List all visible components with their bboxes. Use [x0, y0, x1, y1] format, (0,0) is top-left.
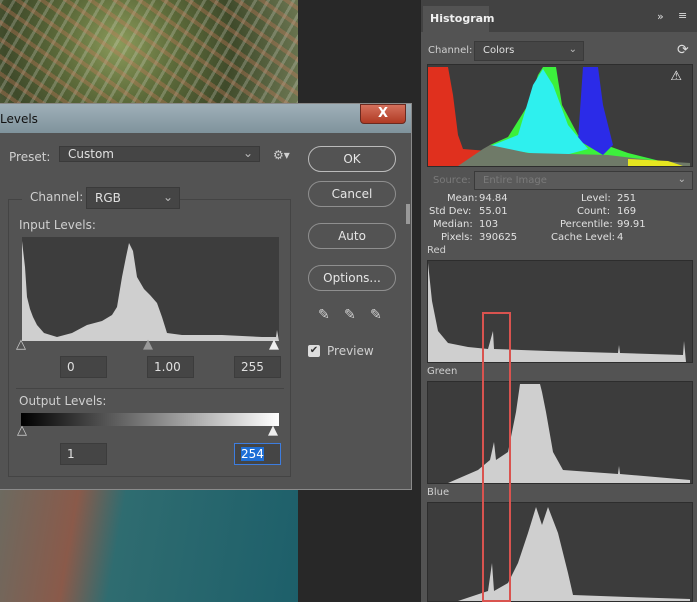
chevron-down-icon: ⌄ [568, 44, 577, 55]
preset-label: Preset: [9, 150, 51, 164]
chevron-down-icon: ⌄ [162, 190, 173, 204]
input-histogram [22, 237, 279, 341]
blue-histogram [427, 502, 693, 602]
input-gamma-slider[interactable]: ▲ [143, 337, 153, 352]
source-select: Entire Image ⌄ [474, 171, 693, 190]
red-channel-label: Red [427, 245, 446, 256]
median-label: Median: [433, 219, 473, 230]
levels-dialog: Levels X Preset: Custom ⌄ ⚙▾ Channel: RGB… [0, 103, 412, 490]
panel-tabbar: Histogram » ≡ [421, 0, 697, 32]
chevron-down-icon: ⌄ [677, 174, 686, 185]
cache-label: Cache Level: [551, 232, 616, 243]
preview-checkbox[interactable]: ✔ [308, 345, 320, 357]
median-value: 103 [479, 219, 499, 230]
mean-value: 94.84 [479, 193, 508, 204]
output-white-value: 254 [241, 447, 264, 461]
input-black-field[interactable]: 0 [60, 356, 107, 378]
dialog-title: Levels [0, 112, 38, 126]
options-button[interactable]: Options... [308, 265, 396, 291]
dialog-titlebar: Levels X [0, 104, 411, 133]
green-channel-label: Green [427, 366, 458, 377]
percentile-label: Percentile: [560, 219, 613, 230]
red-histogram [427, 260, 693, 363]
divider [16, 388, 284, 389]
output-white-field[interactable]: 254 [234, 443, 281, 465]
std-label: Std Dev: [429, 206, 472, 217]
input-white-slider[interactable]: ▲ [269, 337, 279, 352]
ok-button[interactable]: OK [308, 146, 396, 172]
histogram-panel: Histogram » ≡ Channel: Colors ⌄ ⟳ ⚠ Sourc… [420, 0, 697, 602]
count-value: 169 [617, 206, 637, 217]
output-white-slider[interactable]: ▲ [268, 423, 278, 438]
white-eyedropper-icon[interactable]: ✎ [370, 307, 382, 323]
panel-channel-select[interactable]: Colors ⌄ [474, 41, 584, 61]
highlight-box [482, 312, 511, 602]
refresh-icon[interactable]: ⟳ [677, 42, 689, 58]
dialog-scrollbar[interactable] [406, 204, 410, 224]
output-gradient [21, 413, 279, 426]
preset-value: Custom [68, 147, 114, 161]
blue-channel-label: Blue [427, 487, 450, 498]
output-black-field[interactable]: 1 [60, 443, 107, 465]
auto-button[interactable]: Auto [308, 223, 396, 249]
count-label: Count: [577, 206, 611, 217]
channel-value: RGB [95, 191, 121, 205]
pixels-label: Pixels: [441, 232, 473, 243]
level-label: Level: [581, 193, 611, 204]
expand-icon[interactable]: » [657, 10, 664, 23]
output-black-slider[interactable]: △ [17, 423, 27, 438]
menu-icon[interactable]: ≡ [678, 9, 687, 22]
channel-select[interactable]: RGB ⌄ [86, 187, 180, 209]
preset-select[interactable]: Custom ⌄ [59, 146, 260, 162]
image-canvas-bottom [0, 485, 298, 602]
source-value: Entire Image [483, 175, 547, 186]
gray-eyedropper-icon[interactable]: ✎ [344, 307, 356, 323]
black-eyedropper-icon[interactable]: ✎ [318, 307, 330, 323]
output-levels-label: Output Levels: [19, 394, 107, 408]
preview-label: Preview [327, 344, 374, 358]
input-gamma-field[interactable]: 1.00 [147, 356, 194, 378]
cache-value: 4 [617, 232, 624, 243]
percentile-value: 99.91 [617, 219, 646, 230]
tab-histogram[interactable]: Histogram [423, 6, 495, 32]
level-value: 251 [617, 193, 637, 204]
gear-icon[interactable]: ⚙▾ [273, 148, 290, 162]
pixels-value: 390625 [479, 232, 518, 243]
source-label: Source: [433, 175, 471, 186]
panel-channel-value: Colors [483, 45, 515, 56]
input-levels-label: Input Levels: [19, 218, 96, 232]
green-histogram [427, 381, 693, 484]
warning-icon[interactable]: ⚠ [670, 69, 682, 84]
panel-channel-label: Channel: [428, 45, 473, 56]
close-button[interactable]: X [360, 104, 406, 124]
mean-label: Mean: [447, 193, 478, 204]
std-value: 55.01 [479, 206, 508, 217]
channel-label: Channel: [22, 190, 92, 204]
cancel-button[interactable]: Cancel [308, 181, 396, 207]
chevron-down-icon: ⌄ [242, 146, 253, 160]
image-canvas-top [0, 0, 298, 110]
input-white-field[interactable]: 255 [234, 356, 281, 378]
input-black-slider[interactable]: △ [16, 337, 26, 352]
colors-histogram: ⚠ [427, 64, 693, 167]
